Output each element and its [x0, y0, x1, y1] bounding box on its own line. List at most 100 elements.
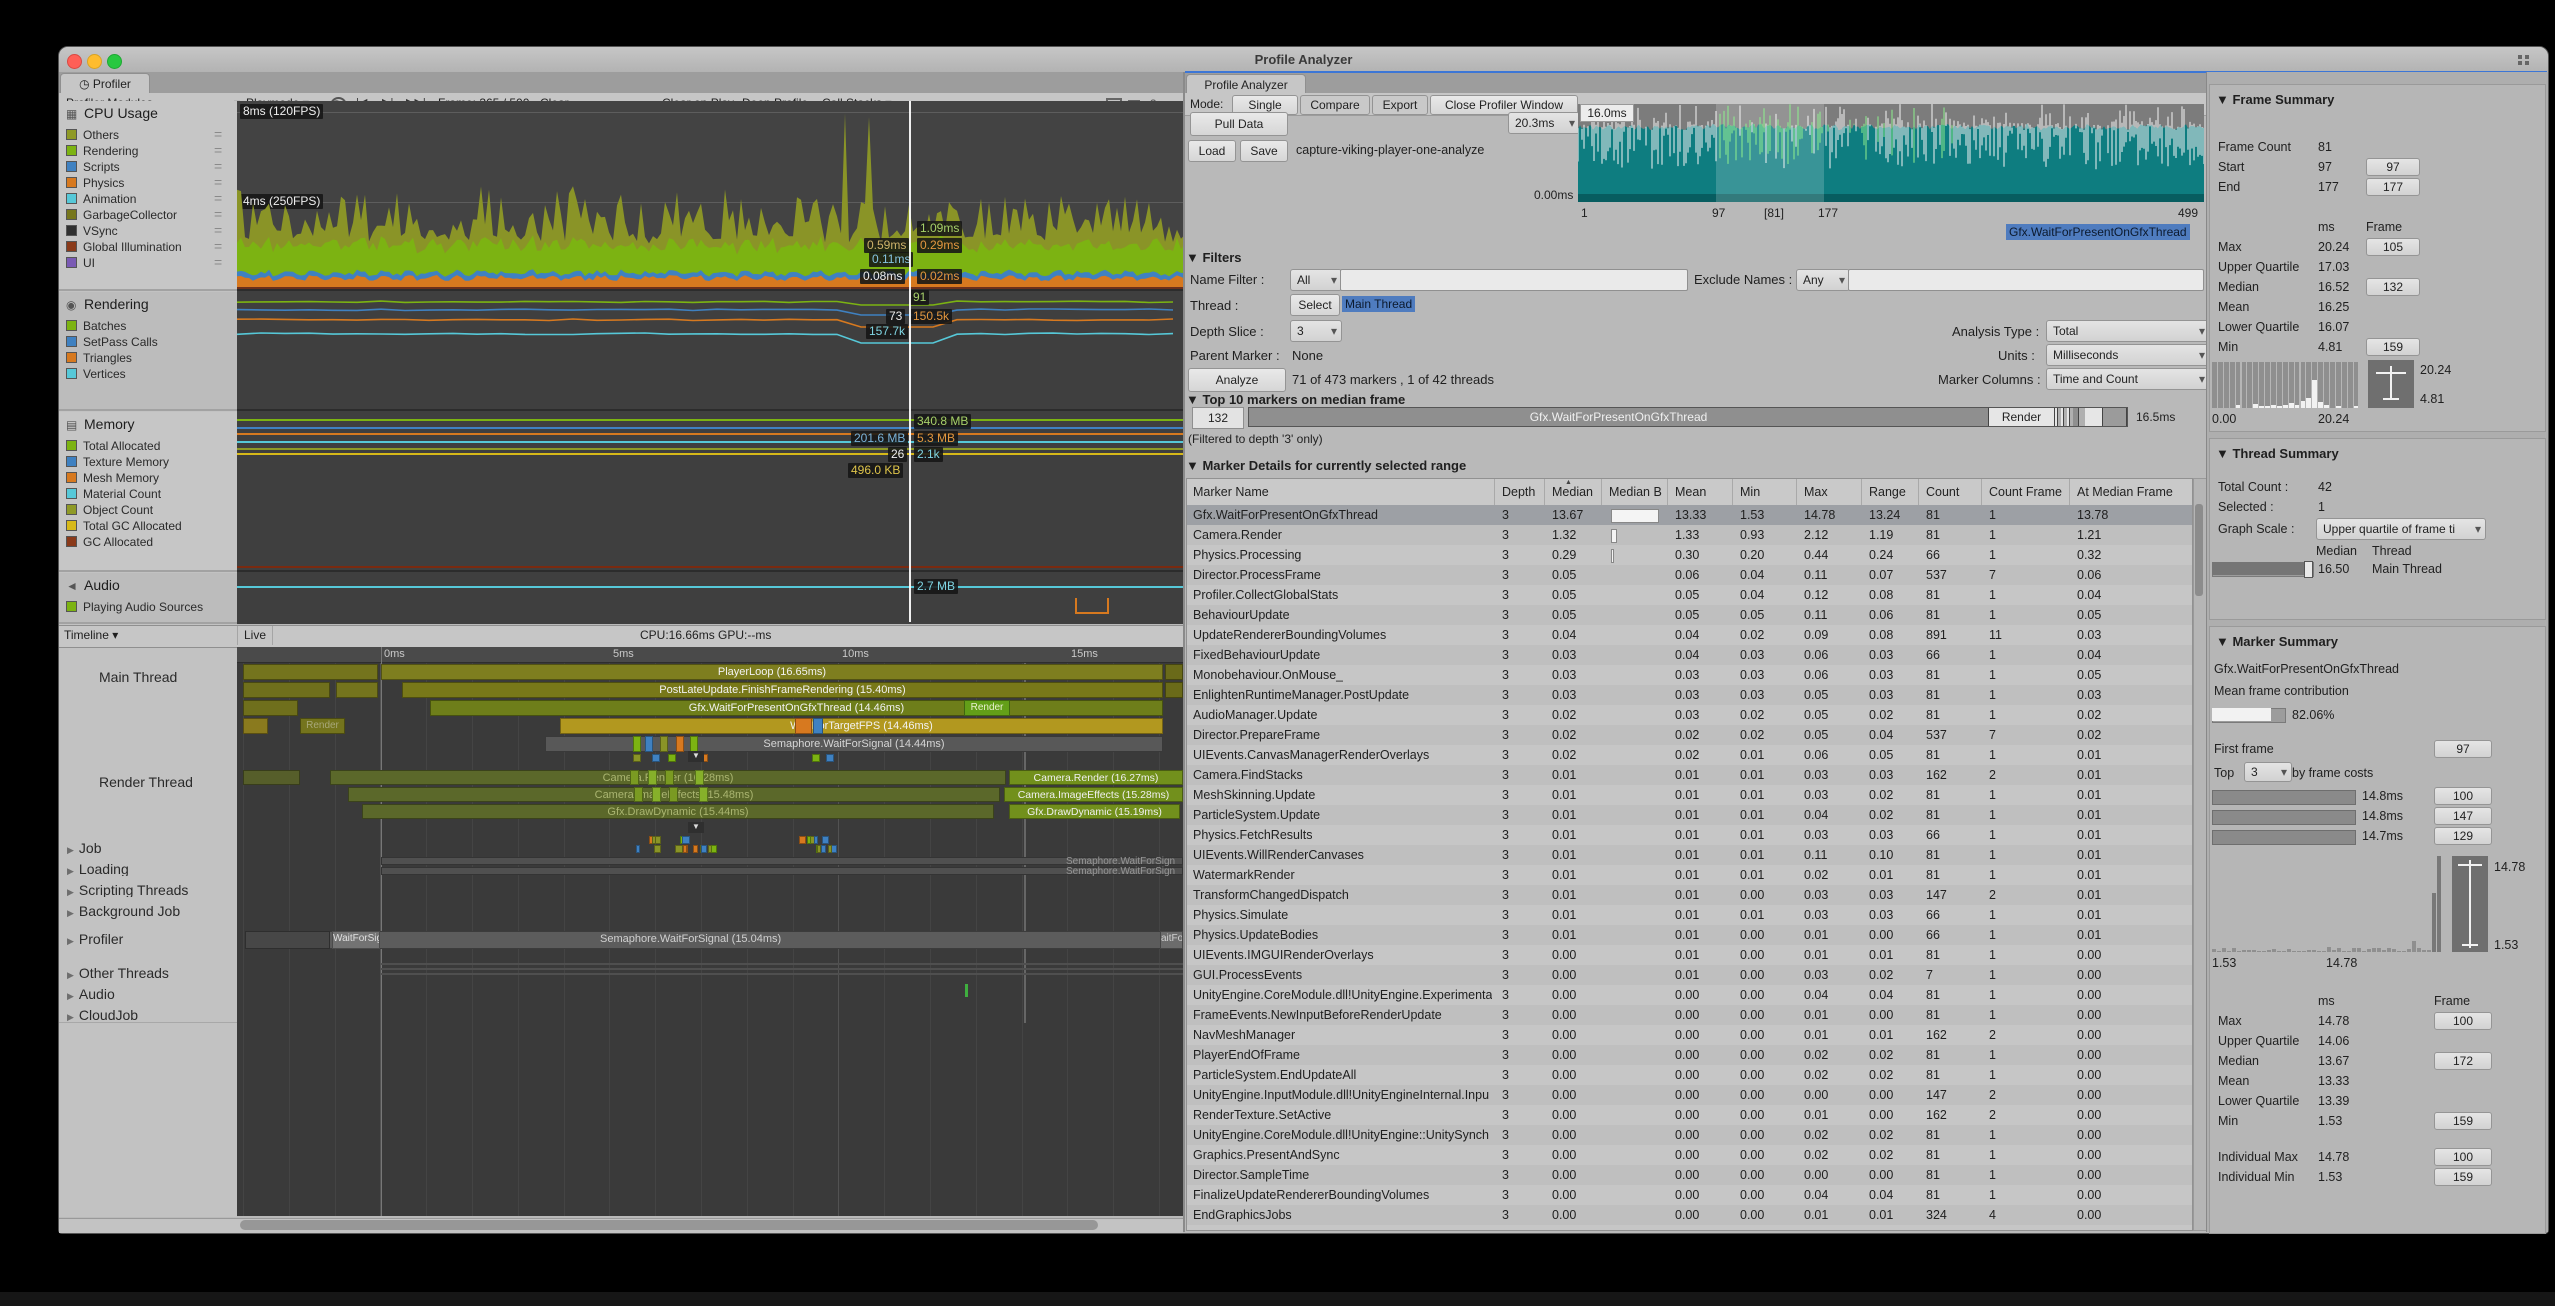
first-frame-button[interactable]: 97: [2434, 740, 2492, 758]
thread-row-background-job[interactable]: ▶Background Job: [59, 897, 237, 926]
frame-stat-frame-button[interactable]: 159: [2366, 338, 2420, 356]
details-vscrollbar-thumb[interactable]: [2195, 504, 2203, 596]
table-row[interactable]: Monobehaviour.OnMouse_30.030.030.030.060…: [1187, 665, 2192, 685]
timeline-span[interactable]: Gfx.DrawDynamic (15.19ms): [1009, 804, 1180, 819]
timeline-span[interactable]: [636, 845, 640, 853]
column-divider[interactable]: [1667, 479, 1668, 505]
legend-item[interactable]: Vertices: [66, 367, 234, 382]
table-row[interactable]: FrameEvents.NewInputBeforeRenderUpdate30…: [1187, 1005, 2192, 1025]
timeline-span[interactable]: [243, 664, 378, 680]
drag-handle-icon[interactable]: =: [214, 142, 222, 158]
column-divider[interactable]: [1981, 479, 1982, 505]
frame-summary-header[interactable]: ▼ Frame Summary: [2216, 92, 2334, 107]
table-row[interactable]: PlayerEndOfFrame30.000.000.000.020.02811…: [1187, 1045, 2192, 1065]
expand-main-thread-icon[interactable]: ▼: [688, 751, 704, 762]
column-header-median-b[interactable]: Median B: [1609, 485, 1662, 499]
timeline-span[interactable]: [828, 845, 832, 853]
table-row[interactable]: Gfx.WaitForPresentOnGfxThread313.6713.33…: [1187, 505, 2192, 525]
table-row[interactable]: Graphics.PresentAndSync30.000.000.000.02…: [1187, 1145, 2192, 1165]
thread-summary-header[interactable]: ▼ Thread Summary: [2216, 446, 2339, 461]
drag-handle-icon[interactable]: =: [214, 190, 222, 206]
top10-segment[interactable]: [2085, 408, 2103, 426]
timeline-span[interactable]: [381, 857, 1183, 865]
column-divider[interactable]: [1494, 479, 1495, 505]
table-row[interactable]: GUI.ProcessEvents30.000.010.000.030.0271…: [1187, 965, 2192, 985]
timeline-span[interactable]: [799, 836, 806, 844]
expand-icon[interactable]: ▶: [67, 970, 74, 980]
column-divider[interactable]: [1601, 479, 1602, 505]
timeline-span[interactable]: Gfx.WaitForPresentOnGfxThread (14.46ms): [430, 700, 1163, 716]
legend-item[interactable]: Physics: [66, 176, 234, 191]
table-row[interactable]: Camera.FindStacks30.010.010.010.030.0316…: [1187, 765, 2192, 785]
expand-icon[interactable]: ▶: [67, 1012, 74, 1022]
frame-jump-button[interactable]: 97: [2366, 158, 2420, 176]
timeline-span[interactable]: [648, 770, 657, 785]
legend-item[interactable]: Object Count: [66, 503, 234, 518]
timeline-span[interactable]: [660, 736, 668, 752]
timeline-span[interactable]: [633, 754, 641, 762]
table-row[interactable]: ParticleSystem.Update30.010.010.010.040.…: [1187, 805, 2192, 825]
drag-handle-icon[interactable]: =: [214, 126, 222, 142]
timeline-span[interactable]: [654, 845, 661, 853]
timeline-span[interactable]: [695, 770, 704, 785]
timeline-span[interactable]: [245, 931, 330, 949]
marker-columns-dropdown[interactable]: Time and Count: [2046, 368, 2210, 390]
table-row[interactable]: WatermarkRender30.010.010.010.020.018110…: [1187, 865, 2192, 885]
timeline-span[interactable]: WaitForTargetFPS (14.46ms): [560, 718, 1163, 734]
timeline-span[interactable]: [381, 867, 1183, 875]
thread-row-loading[interactable]: ▶Loading: [59, 855, 237, 877]
marker-stat-frame-button[interactable]: 159: [2434, 1168, 2492, 1186]
legend-item[interactable]: Texture Memory: [66, 455, 234, 470]
marker-stat-frame-button[interactable]: 100: [2434, 1012, 2492, 1030]
table-row[interactable]: Director.SampleTime30.000.000.000.000.00…: [1187, 1165, 2192, 1185]
frame-jump-button[interactable]: 177: [2366, 178, 2420, 196]
timeline-span[interactable]: [665, 770, 674, 785]
table-row[interactable]: RenderTexture.SetActive30.000.000.000.01…: [1187, 1105, 2192, 1125]
legend-item[interactable]: Material Count: [66, 487, 234, 502]
table-row[interactable]: Camera.Render31.321.330.932.121.198111.2…: [1187, 525, 2192, 545]
timeline-span[interactable]: [822, 836, 830, 844]
table-row[interactable]: AudioManager.Update30.020.030.020.050.02…: [1187, 705, 2192, 725]
timeline-span[interactable]: [711, 845, 716, 853]
table-row[interactable]: Physics.FetchResults30.010.010.010.030.0…: [1187, 825, 2192, 845]
tab-profile-analyzer[interactable]: Profile Analyzer: [1186, 74, 1306, 95]
top10-segment[interactable]: [2067, 408, 2070, 426]
marker-stat-frame-button[interactable]: 159: [2434, 1112, 2492, 1130]
column-header-range[interactable]: Range: [1869, 485, 1906, 499]
timeline-span[interactable]: aitForSi: [1160, 931, 1183, 949]
timeline-span[interactable]: [336, 682, 378, 698]
column-header-mean[interactable]: Mean: [1675, 485, 1706, 499]
name-filter-input[interactable]: [1340, 269, 1688, 291]
column-divider[interactable]: [1861, 479, 1862, 505]
timeline-span[interactable]: [817, 845, 821, 853]
table-row[interactable]: BehaviourUpdate30.050.050.050.110.068110…: [1187, 605, 2192, 625]
timeline-span[interactable]: PostLateUpdate.FinishFrameRendering (15.…: [402, 682, 1163, 698]
table-row[interactable]: Physics.Simulate30.010.010.010.030.03661…: [1187, 905, 2192, 925]
legend-item[interactable]: SetPass Calls: [66, 335, 234, 350]
table-row[interactable]: Physics.Processing30.290.300.200.440.246…: [1187, 545, 2192, 565]
top10-frame-box[interactable]: 132: [1192, 407, 1244, 429]
tab-profiler[interactable]: ◷ Profiler: [60, 73, 150, 94]
legend-item[interactable]: Triangles: [66, 351, 234, 366]
timeline-span[interactable]: [652, 754, 660, 762]
expand-icon[interactable]: ▶: [67, 845, 74, 855]
top10-segment[interactable]: [2061, 408, 2064, 426]
expand-icon[interactable]: ▶: [67, 866, 74, 876]
thread-row-audio[interactable]: ▶Audio: [59, 980, 237, 1002]
timeline-span[interactable]: [668, 754, 676, 762]
expand-icon[interactable]: ▶: [67, 887, 74, 897]
legend-item[interactable]: GC Allocated: [66, 535, 234, 550]
top-n-dropdown[interactable]: 3: [2244, 762, 2292, 782]
legend-item[interactable]: Batches: [66, 319, 234, 334]
column-header-marker-name[interactable]: Marker Name: [1193, 485, 1269, 499]
legend-item[interactable]: Animation: [66, 192, 234, 207]
legend-item[interactable]: Global Illumination: [66, 240, 234, 255]
timeline-span[interactable]: [243, 682, 330, 698]
top-cost-frame-button[interactable]: 147: [2434, 807, 2492, 825]
expand-icon[interactable]: ▶: [67, 991, 74, 1001]
table-row[interactable]: UnityEngine.CoreModule.dll!UnityEngine.E…: [1187, 985, 2192, 1005]
timeline-span[interactable]: [633, 736, 641, 752]
depth-slice-dropdown[interactable]: 3: [1290, 320, 1342, 342]
thread-select-button[interactable]: Select: [1290, 294, 1340, 316]
timeline-span[interactable]: [243, 770, 300, 785]
